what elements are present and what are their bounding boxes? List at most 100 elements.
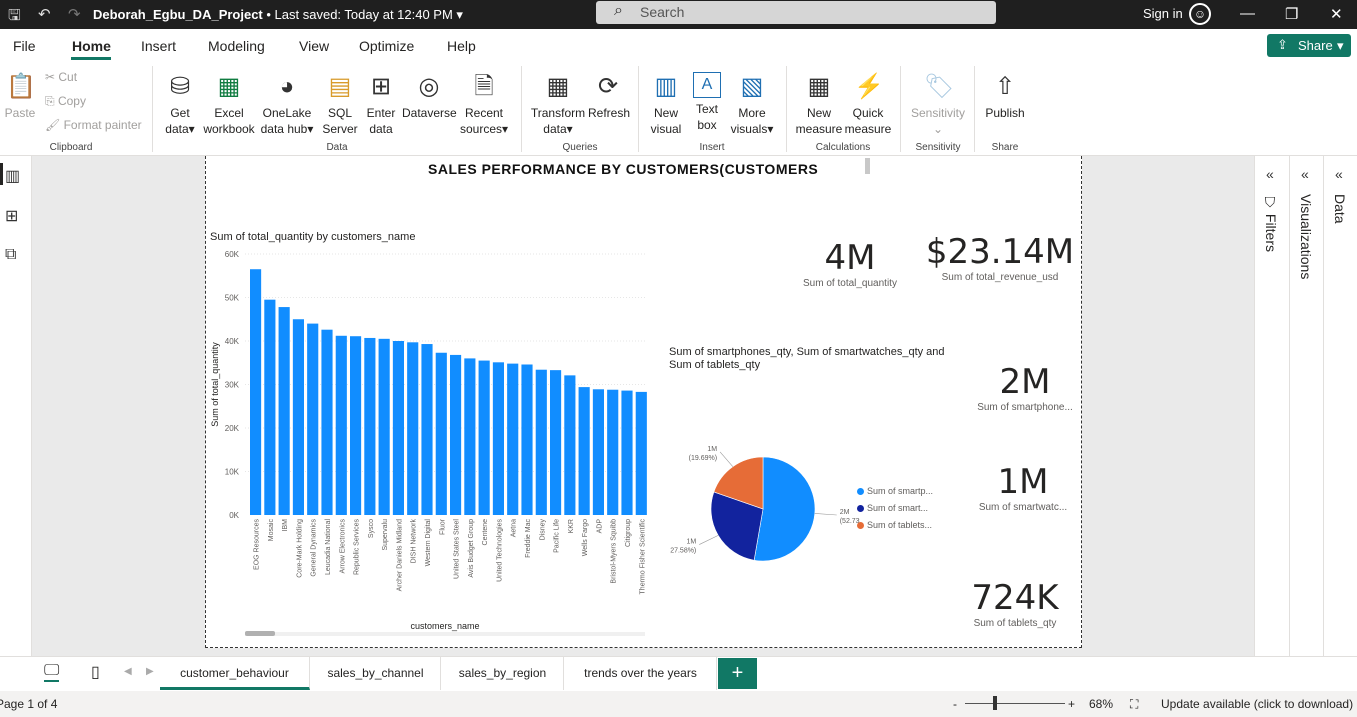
dataverse-button[interactable]: ◎ Dataverse [402, 72, 457, 121]
model-view-icon[interactable]: ⧉ [5, 246, 16, 264]
filters-pane[interactable]: « ⛉ Filters [1254, 156, 1289, 656]
more-visuals-button[interactable]: ▧ More visuals▾ [728, 72, 776, 137]
bar [321, 329, 333, 515]
format-painter-button[interactable]: 🖌 Format painter [45, 118, 142, 132]
database-icon: ⛁ [169, 73, 191, 100]
kpi-smartwatches[interactable]: 1M Sum of smartwatc... [963, 462, 1083, 513]
refresh-icon: ⟳ [597, 73, 619, 100]
x-tick-label: Pacific Life [554, 519, 561, 553]
save-icon[interactable]: 🖫 [8, 5, 21, 30]
bar [635, 391, 647, 515]
tab-help[interactable]: Help [447, 38, 476, 54]
sql-server-button[interactable]: ▤ SQL Server [320, 72, 360, 137]
restore-icon[interactable]: ❐ [1285, 5, 1298, 23]
redo-icon[interactable]: ↷ [68, 5, 81, 23]
update-available-link[interactable]: Update available (click to download) [1161, 697, 1353, 711]
visualizations-pane[interactable]: « Visualizations [1289, 156, 1323, 656]
recent-sources-button[interactable]: 🗎 Recent sources▾ [458, 72, 510, 137]
legend-item[interactable]: Sum of smart... [857, 503, 928, 513]
legend-item[interactable]: Sum of smartp... [857, 486, 933, 496]
pie-chart[interactable]: 2M(52.73%)1M(27.58%)1M(19.69%) [670, 430, 860, 580]
bar [450, 354, 462, 515]
collapse-icon[interactable]: « [1335, 166, 1343, 182]
transform-data-button[interactable]: ▦ Transform data▾ [530, 72, 586, 137]
tab-scroll-left-icon[interactable]: ◀ [124, 666, 132, 677]
tab-optimize[interactable]: Optimize [359, 38, 414, 54]
page-tab-sales-by-channel[interactable]: sales_by_channel [311, 657, 441, 690]
share-button[interactable]: ⇪ Share ▾ [1267, 34, 1351, 57]
kpi-value: 2M [999, 362, 1051, 402]
new-visual-button[interactable]: ▥ New visual [647, 72, 685, 137]
transform-label-1: Transform [530, 106, 586, 120]
tab-modeling[interactable]: Modeling [208, 38, 265, 54]
publish-button[interactable]: ⇧ Publish [982, 72, 1028, 121]
x-tick-label: DISH Network [411, 519, 418, 564]
scrollbar-track [245, 632, 645, 636]
zoom-slider-thumb[interactable] [993, 696, 997, 710]
sensitivity-button[interactable]: 🏷 Sensitivity ⌄ [908, 72, 968, 137]
more-visuals-label-1: More [738, 106, 766, 120]
zoom-out-icon[interactable]: - [953, 697, 957, 711]
tab-home[interactable]: Home [72, 38, 111, 54]
zoom-level: 68% [1089, 697, 1114, 711]
desktop-layout-icon[interactable]: 🖵 [44, 662, 60, 682]
copy-button[interactable]: ⎘ Copy [45, 94, 86, 109]
tab-view[interactable]: View [299, 38, 329, 54]
y-tick-label: 50K [225, 294, 240, 303]
refresh-button[interactable]: ⟳ Refresh [588, 72, 630, 121]
zoom-in-icon[interactable]: + [1068, 697, 1075, 711]
search-box[interactable]: ⌕ Search [596, 1, 996, 24]
legend-item[interactable]: Sum of tablets... [857, 520, 932, 530]
undo-icon[interactable]: ↶ [38, 5, 51, 23]
enter-data-button[interactable]: ⊞ Enter data [362, 72, 400, 137]
page-tab-trends-over-the-years[interactable]: trends over the years [565, 657, 717, 690]
file-name-display[interactable]: Deborah_Egbu_DA_Project • Last saved: To… [93, 7, 463, 23]
x-tick-label: Fluor [439, 518, 446, 535]
active-tab-indicator [71, 57, 111, 60]
page-tab-customer-behaviour[interactable]: customer_behaviour [160, 657, 310, 690]
report-view-icon[interactable]: ▥ [5, 166, 20, 186]
new-visual-label-1: New [653, 106, 678, 120]
sign-in-link[interactable]: Sign in [1143, 6, 1183, 21]
page-indicator: Page 1 of 4 [0, 697, 58, 711]
x-tick-label: Supervalu [382, 519, 389, 551]
x-tick-label: Core-Mark Holding [296, 519, 303, 578]
collapse-icon[interactable]: « [1266, 166, 1274, 182]
bar [607, 389, 619, 515]
new-measure-button[interactable]: ▦ New measure [794, 72, 844, 137]
data-pane[interactable]: « Data [1323, 156, 1357, 656]
kpi-value: 1M [997, 462, 1049, 502]
minimize-icon[interactable]: — [1240, 5, 1255, 22]
fit-to-page-icon[interactable]: ⛶ [1130, 697, 1138, 712]
cut-button[interactable]: ✂ Cut [45, 70, 77, 84]
title-scrollbar[interactable] [865, 158, 870, 174]
tab-file[interactable]: File [13, 38, 36, 54]
kpi-tablets[interactable]: 724K Sum of tablets_qty [955, 578, 1075, 629]
tab-scroll-right-icon[interactable]: ▶ [146, 666, 154, 677]
table-view-icon[interactable]: ⊞ [5, 206, 18, 226]
add-page-button[interactable]: + [718, 658, 757, 689]
x-tick-label: Citigroup [625, 519, 632, 547]
excel-workbook-button[interactable]: ▦ Excel workbook [201, 72, 257, 137]
onelake-button[interactable]: ◕ OneLake data hub▾ [258, 72, 316, 137]
kpi-total-revenue[interactable]: $23.14M Sum of total_revenue_usd [925, 232, 1075, 283]
tab-insert[interactable]: Insert [141, 38, 176, 54]
text-box-button[interactable]: A Text box [689, 72, 725, 133]
close-icon[interactable]: ✕ [1330, 5, 1343, 23]
page-tab-sales-by-region[interactable]: sales_by_region [442, 657, 564, 690]
text-box-label-1: Text [695, 102, 718, 116]
get-data-button[interactable]: ⛁ Get data▾ [160, 72, 200, 137]
bar-chart-title: Sum of total_quantity by customers_name [210, 231, 416, 243]
zoom-slider[interactable] [965, 703, 1065, 704]
paste-button[interactable]: 📋 Paste [4, 72, 36, 121]
clipboard-group-label: Clipboard [49, 142, 93, 153]
mobile-layout-icon[interactable]: ▯ [91, 662, 100, 682]
avatar-icon[interactable]: ☺ [1189, 3, 1211, 25]
group-separator [152, 66, 153, 152]
x-tick-label: Western Digital [425, 519, 432, 567]
collapse-icon[interactable]: « [1301, 166, 1309, 182]
kpi-smartphones[interactable]: 2M Sum of smartphone... [965, 362, 1085, 413]
quick-measure-button[interactable]: ⚡ Quick measure [843, 72, 893, 137]
bar-chart[interactable]: 0K 10K 20K 30K 40K 50K 60K Sum of total_quantit… [205, 244, 655, 644]
kpi-total-quantity[interactable]: 4M Sum of total_quantity [790, 238, 910, 289]
